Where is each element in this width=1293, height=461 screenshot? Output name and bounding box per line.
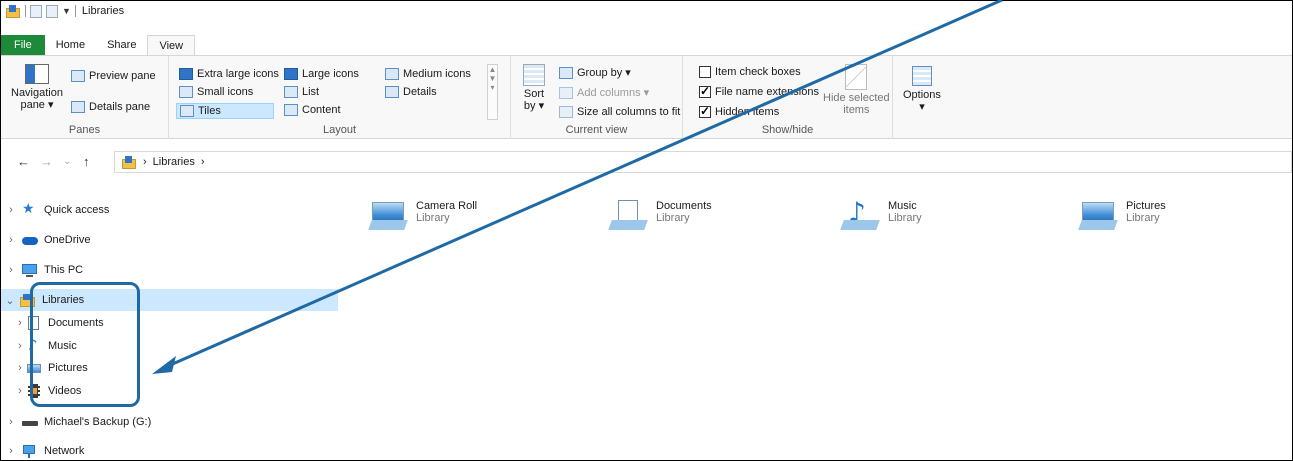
- annotation-arrow-line: [167, 0, 1003, 368]
- annotation-arrow: [152, 0, 1003, 374]
- annotation-arrow-head: [152, 356, 176, 374]
